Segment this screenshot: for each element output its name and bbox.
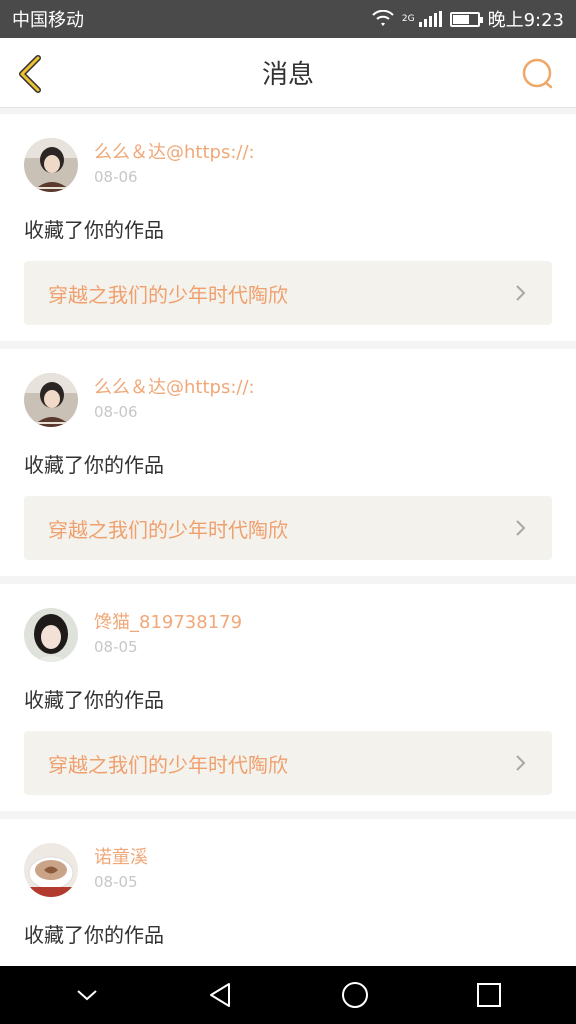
message-card: 诺童溪 08-05 收藏了你的作品: [0, 819, 576, 966]
recents-square-icon[interactable]: [469, 975, 509, 1015]
username[interactable]: 诺童溪: [94, 847, 148, 869]
avatar[interactable]: [24, 373, 78, 427]
header-bar: 消息: [0, 38, 576, 108]
username[interactable]: 么么＆达@https://:: [94, 377, 255, 399]
work-title: 穿越之我们的少年时代陶欣: [48, 282, 288, 307]
action-text: 收藏了你的作品: [24, 923, 164, 947]
work-link[interactable]: 穿越之我们的少年时代陶欣: [24, 496, 552, 560]
message-list[interactable]: 么么＆达@https://: 08-06 收藏了你的作品 穿越之我们的少年时代陶…: [0, 108, 576, 966]
timestamp: 08-05: [94, 638, 138, 656]
action-text: 收藏了你的作品: [24, 688, 164, 712]
work-link[interactable]: 穿越之我们的少年时代陶欣: [24, 731, 552, 795]
timestamp: 08-05: [94, 873, 138, 891]
carrier-name: 中国移动: [12, 10, 84, 31]
action-text: 收藏了你的作品: [24, 453, 164, 477]
work-title: 穿越之我们的少年时代陶欣: [48, 517, 288, 542]
chevron-right-icon: [516, 285, 526, 301]
back-button[interactable]: [14, 54, 50, 94]
chevron-down-icon[interactable]: [67, 975, 107, 1015]
home-circle-icon[interactable]: [335, 975, 375, 1015]
page-title: 消息: [261, 60, 314, 90]
network-type: 2G: [401, 14, 415, 24]
chevron-right-icon: [516, 755, 526, 771]
avatar[interactable]: [24, 608, 78, 662]
avatar[interactable]: [24, 843, 78, 897]
system-nav-bar: [0, 966, 576, 1024]
signal-icon: [418, 11, 442, 27]
username[interactable]: 馋猫_819738179: [94, 612, 242, 634]
battery-icon: [449, 11, 483, 27]
timestamp: 08-06: [94, 168, 138, 186]
message-card: 馋猫_819738179 08-05 收藏了你的作品 穿越之我们的少年时代陶欣: [0, 584, 576, 811]
work-title: 穿越之我们的少年时代陶欣: [48, 752, 288, 777]
username[interactable]: 么么＆达@https://:: [94, 142, 255, 164]
action-text: 收藏了你的作品: [24, 218, 164, 242]
wifi-icon: [372, 10, 394, 26]
avatar[interactable]: [24, 138, 78, 192]
message-card: 么么＆达@https://: 08-06 收藏了你的作品 穿越之我们的少年时代陶…: [0, 114, 576, 341]
status-bar: 中国移动 2G 晚上9:23: [0, 0, 576, 38]
message-card: 么么＆达@https://: 08-06 收藏了你的作品 穿越之我们的少年时代陶…: [0, 349, 576, 576]
clock: 晚上9:23: [487, 10, 564, 31]
timestamp: 08-06: [94, 403, 138, 421]
work-link[interactable]: 穿越之我们的少年时代陶欣: [24, 261, 552, 325]
back-triangle-icon[interactable]: [201, 975, 241, 1015]
chevron-right-icon: [516, 520, 526, 536]
search-icon[interactable]: [520, 56, 556, 92]
